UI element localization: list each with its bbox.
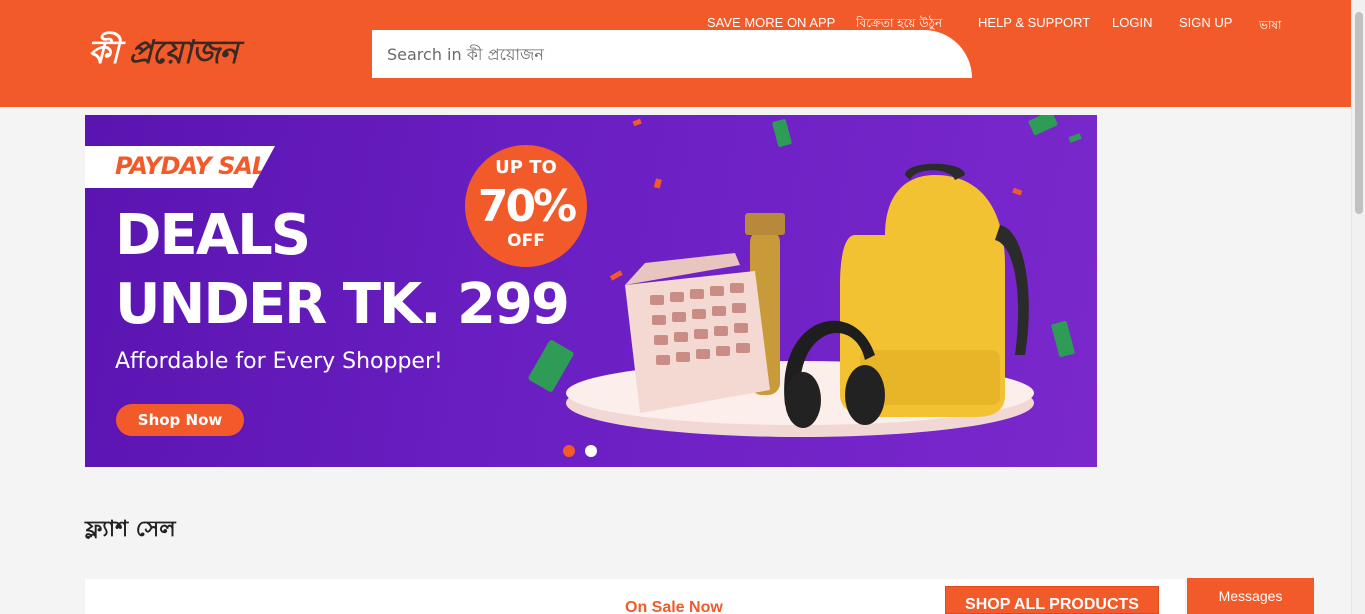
banner-tagline: Affordable for Every Shopper! [115, 349, 443, 374]
scrollbar-thumb[interactable] [1355, 12, 1363, 214]
shop-all-products-button[interactable]: SHOP ALL PRODUCTS [945, 586, 1159, 614]
messages-button[interactable]: Messages [1187, 578, 1314, 614]
page-scrollbar[interactable] [1351, 0, 1365, 614]
search-input[interactable] [372, 30, 972, 78]
nav-become-seller[interactable]: বিক্রেতা হয়ে উঠুন [856, 15, 942, 31]
flash-sale-panel: On Sale Now SHOP ALL PRODUCTS [85, 579, 1185, 614]
nav-login[interactable]: LOGIN [1112, 15, 1152, 31]
banner-headline-line2: UNDER TK. 299 [115, 272, 570, 337]
nav-sign-up[interactable]: SIGN UP [1179, 15, 1232, 31]
slide-dot-1[interactable] [563, 445, 575, 457]
payday-sale-tag: PAYDAY SALE [85, 146, 275, 188]
nav-save-more-on-app[interactable]: SAVE MORE ON APP [707, 15, 835, 31]
flash-sale-title: ফ্ল্যাশ সেল [85, 517, 176, 542]
search-bar [372, 30, 972, 78]
shop-now-button[interactable]: Shop Now [116, 404, 244, 436]
nav-help-support[interactable]: HELP & SUPPORT [978, 15, 1090, 31]
nav-language[interactable]: ভাষা [1259, 17, 1282, 33]
site-header: কী প্রয়োজন SAVE MORE ON APP বিক্রেতা হয… [0, 0, 1351, 107]
site-logo[interactable]: কী প্রয়োজন [88, 32, 239, 72]
on-sale-now-label: On Sale Now [625, 599, 723, 614]
logo-text-dark: প্রয়োজন [128, 33, 239, 71]
products-illustration [566, 163, 1034, 437]
sale-tag-text: PAYDAY SALE [115, 152, 282, 180]
hero-banner[interactable]: PAYDAY SALE DEALS UNDER TK. 299 Affordab… [85, 115, 1097, 467]
slide-dot-2[interactable] [585, 445, 597, 457]
banner-headline-line1: DEALS [115, 203, 311, 268]
logo-text-light: কী [88, 33, 129, 71]
